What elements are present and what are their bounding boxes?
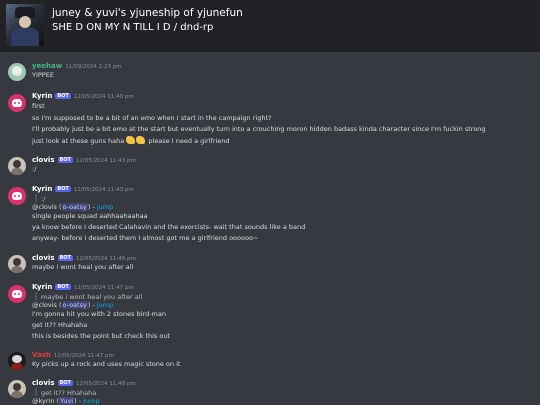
avatar[interactable] xyxy=(8,157,26,175)
message-text: just look at these guns haha xyxy=(32,137,125,145)
reply-quote[interactable]: get it?? Hhahaha xyxy=(32,388,96,397)
username[interactable]: clovis xyxy=(32,156,55,164)
username[interactable]: Vash xyxy=(32,351,51,359)
channel-header: juney & yuvi's yjuneship of yjunefun SHE… xyxy=(0,0,540,52)
discord-logo-icon xyxy=(12,192,22,200)
message-text: first xyxy=(32,102,45,110)
bot-badge: BOT xyxy=(57,157,73,163)
reply-quote[interactable]: :/ xyxy=(32,194,45,203)
timestamp: 12/05/2024 11:48 pm xyxy=(75,381,136,387)
avatar[interactable] xyxy=(8,380,26,398)
username[interactable]: clovis xyxy=(32,254,55,262)
bot-badge: BOT xyxy=(55,186,71,192)
discord-logo-icon xyxy=(12,290,22,298)
message-text: anyway- before I deserted them I almost … xyxy=(32,234,259,242)
timestamp: 12/05/2024 11:40 pm xyxy=(73,94,134,100)
message-text: get it?? Hhahaha xyxy=(32,321,88,329)
message: Kyrin BOT 12/05/2024 11:47 pm maybe i wont… xyxy=(0,283,540,343)
timestamp: 12/05/2024 11:43 pm xyxy=(75,158,136,164)
timestamp: 12/05/2024 11:47 pm xyxy=(73,285,134,291)
username[interactable]: Kyrin xyxy=(32,92,52,100)
message: clovis BOT 12/05/2024 11:43 pm :/ xyxy=(0,156,540,176)
bot-badge: BOT xyxy=(57,255,73,261)
message-text: maybe i wont heal you after all xyxy=(32,263,134,271)
user-mention[interactable]: o-oatsy xyxy=(61,203,88,211)
message: yeehaw 11/09/2024 2:23 pm YIPPEE xyxy=(0,62,540,82)
timestamp: 12/05/2024 11:43 pm xyxy=(73,187,134,193)
user-mention[interactable]: Yuvi xyxy=(59,397,75,405)
username[interactable]: Kyrin xyxy=(32,283,52,291)
flexed-biceps-emoji-icon xyxy=(126,136,136,144)
channel-thumbnail xyxy=(6,4,44,46)
avatar[interactable] xyxy=(8,285,26,303)
username[interactable]: clovis xyxy=(32,379,55,387)
message-text: I'm gonna hit you with 2 stones bird-man xyxy=(32,310,166,318)
message-text: ya know before I deserted Calahavin and … xyxy=(32,223,306,231)
discord-logo-icon xyxy=(12,99,22,107)
message: clovis BOT 12/05/2024 11:46 pm maybe i won… xyxy=(0,254,540,274)
server-title: juney & yuvi's yjuneship of yjunefun xyxy=(52,7,243,19)
message: Kyrin BOT 12/05/2024 11:43 pm :/ @clovis (… xyxy=(0,185,540,245)
message-text: I'll probably just be a bit emo at the s… xyxy=(32,125,486,133)
username[interactable]: Kyrin xyxy=(32,185,52,193)
message-text: single people squad aahhaahaahaa xyxy=(32,212,148,220)
reply-reference: @clovis (o-oatsy) - jump xyxy=(32,301,114,309)
message-text: please I need a girlfriend xyxy=(148,137,230,145)
avatar[interactable] xyxy=(8,255,26,273)
avatar[interactable] xyxy=(8,94,26,112)
jump-link[interactable]: jump xyxy=(83,397,99,405)
username[interactable]: yeehaw xyxy=(32,62,62,70)
jump-link[interactable]: jump xyxy=(97,301,113,309)
reply-reference: @kyrin (Yuvi) - jump xyxy=(32,397,100,405)
message-line: just look at these guns haha please I ne… xyxy=(32,136,230,145)
message-text: Ky picks up a rock and uses magic stone … xyxy=(32,360,181,368)
message-text: :/ xyxy=(32,165,37,173)
timestamp: 12/05/2024 11:46 pm xyxy=(75,256,136,262)
bot-badge: BOT xyxy=(55,93,71,99)
message: Vash 12/05/2024 11:47 pm Ky picks up a ro… xyxy=(0,351,540,371)
avatar[interactable] xyxy=(8,63,26,81)
message: Kyrin BOT 12/05/2024 11:40 pm first so I'm… xyxy=(0,92,540,148)
timestamp: 11/09/2024 2:23 pm xyxy=(65,64,122,70)
jump-link[interactable]: jump xyxy=(97,203,113,211)
timestamp: 12/05/2024 11:47 pm xyxy=(53,353,114,359)
message: clovis BOT 12/05/2024 11:48 pm get it?? Hh… xyxy=(0,379,540,405)
message-text: so I'm supposed to be a bit of an emo wh… xyxy=(32,114,272,122)
message-text: YIPPEE xyxy=(32,71,54,79)
message-text: this is besides the point but check this… xyxy=(32,332,170,340)
avatar[interactable] xyxy=(8,187,26,205)
channel-path: SHE D ON MY N TILL I D / dnd-rp xyxy=(52,22,214,33)
avatar[interactable] xyxy=(8,352,26,370)
reply-quote[interactable]: maybe i wont heal you after all xyxy=(32,292,142,301)
bot-badge: BOT xyxy=(55,284,71,290)
user-mention[interactable]: o-oatsy xyxy=(61,301,88,309)
flexed-biceps-emoji-icon xyxy=(136,136,146,144)
reply-reference: @clovis (o-oatsy) - jump xyxy=(32,203,114,211)
bot-badge: BOT xyxy=(57,380,73,386)
